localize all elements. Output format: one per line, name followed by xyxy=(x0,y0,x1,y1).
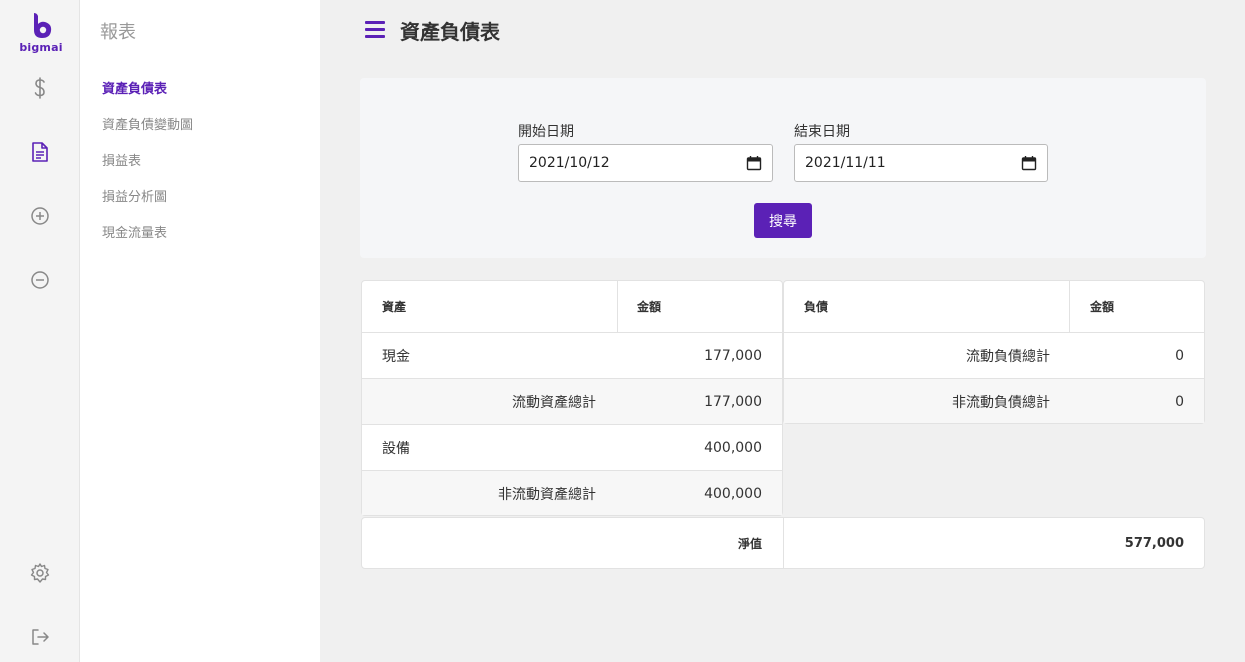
liabilities-header-label: 負債 xyxy=(804,300,829,314)
net-worth-row: 淨值 577,000 xyxy=(361,517,1205,569)
plus-circle-icon[interactable] xyxy=(29,205,51,227)
logo-text: bigmai xyxy=(19,41,63,54)
table-row: 現金 177,000 xyxy=(362,332,782,378)
logout-icon[interactable] xyxy=(29,626,51,648)
search-button[interactable]: 搜尋 xyxy=(754,203,812,238)
document-icon[interactable] xyxy=(29,141,51,163)
liabilities-table: 負債 金額 流動負債總計 0 非流動負債總計 0 xyxy=(783,280,1205,424)
icon-rail: bigmai xyxy=(0,0,80,662)
row-amount: 0 xyxy=(1175,393,1184,410)
subnav-item-income-statement[interactable]: 損益表 xyxy=(102,150,141,169)
end-date-input[interactable]: 2021/11/11 xyxy=(794,144,1048,182)
liabilities-header-amount: 金額 xyxy=(1090,300,1115,314)
logo-icon xyxy=(34,13,52,38)
date-filter-panel: 開始日期 2021/10/12 結束日期 2021/11/11 搜尋 xyxy=(360,78,1206,258)
row-amount: 400,000 xyxy=(704,439,762,456)
assets-header-divider xyxy=(617,281,618,332)
table-row: 非流動資產總計 400,000 xyxy=(362,470,782,515)
row-label: 流動資產總計 xyxy=(512,394,596,411)
calendar-icon[interactable] xyxy=(746,155,762,171)
assets-table: 資產 金額 現金 177,000 流動資產總計 177,000 設備 400,0… xyxy=(361,280,783,516)
subnav-item-income-analysis[interactable]: 損益分析圖 xyxy=(102,186,167,205)
bigmai-logo[interactable]: bigmai xyxy=(16,12,66,54)
subnav-item-cash-flow[interactable]: 現金流量表 xyxy=(102,222,167,241)
subnav-title: 報表 xyxy=(100,22,136,43)
row-amount: 0 xyxy=(1175,347,1184,364)
table-row: 流動負債總計 0 xyxy=(784,332,1204,378)
row-label: 設備 xyxy=(382,440,410,457)
report-subnav: 報表 資產負債表 資產負債變動圖 損益表 損益分析圖 現金流量表 xyxy=(80,0,320,662)
page-title: 資產負債表 xyxy=(400,20,500,44)
row-label: 現金 xyxy=(382,348,410,365)
table-row: 設備 400,000 xyxy=(362,424,782,470)
assets-header-amount: 金額 xyxy=(637,300,662,314)
row-label: 流動負債總計 xyxy=(966,348,1050,365)
start-date-value: 2021/10/12 xyxy=(529,155,610,171)
net-worth-divider xyxy=(783,518,784,568)
start-date-input[interactable]: 2021/10/12 xyxy=(518,144,773,182)
minus-circle-icon[interactable] xyxy=(29,269,51,291)
dollar-icon[interactable] xyxy=(29,77,51,99)
net-worth-amount: 577,000 xyxy=(1124,535,1184,551)
calendar-icon[interactable] xyxy=(1021,155,1037,171)
assets-header-label: 資產 xyxy=(382,300,407,314)
end-date-value: 2021/11/11 xyxy=(805,155,886,171)
table-row: 非流動負債總計 0 xyxy=(784,378,1204,423)
subnav-item-balance-change-chart[interactable]: 資產負債變動圖 xyxy=(102,114,193,133)
row-label: 非流動負債總計 xyxy=(952,394,1050,411)
end-date-label: 結束日期 xyxy=(794,124,850,140)
menu-icon[interactable] xyxy=(365,21,385,39)
start-date-label: 開始日期 xyxy=(518,124,574,140)
subnav-item-balance-sheet[interactable]: 資產負債表 xyxy=(102,78,167,97)
table-row: 流動資產總計 177,000 xyxy=(362,378,782,424)
settings-icon[interactable] xyxy=(29,562,51,584)
row-amount: 177,000 xyxy=(704,393,762,410)
row-amount: 177,000 xyxy=(704,347,762,364)
row-amount: 400,000 xyxy=(704,485,762,502)
liabilities-header-divider xyxy=(1069,281,1070,332)
main-content: 資產負債表 開始日期 2021/10/12 結束日期 2021/11/11 搜尋… xyxy=(320,0,1245,662)
row-label: 非流動資產總計 xyxy=(498,486,596,503)
net-worth-label: 淨值 xyxy=(737,536,762,551)
